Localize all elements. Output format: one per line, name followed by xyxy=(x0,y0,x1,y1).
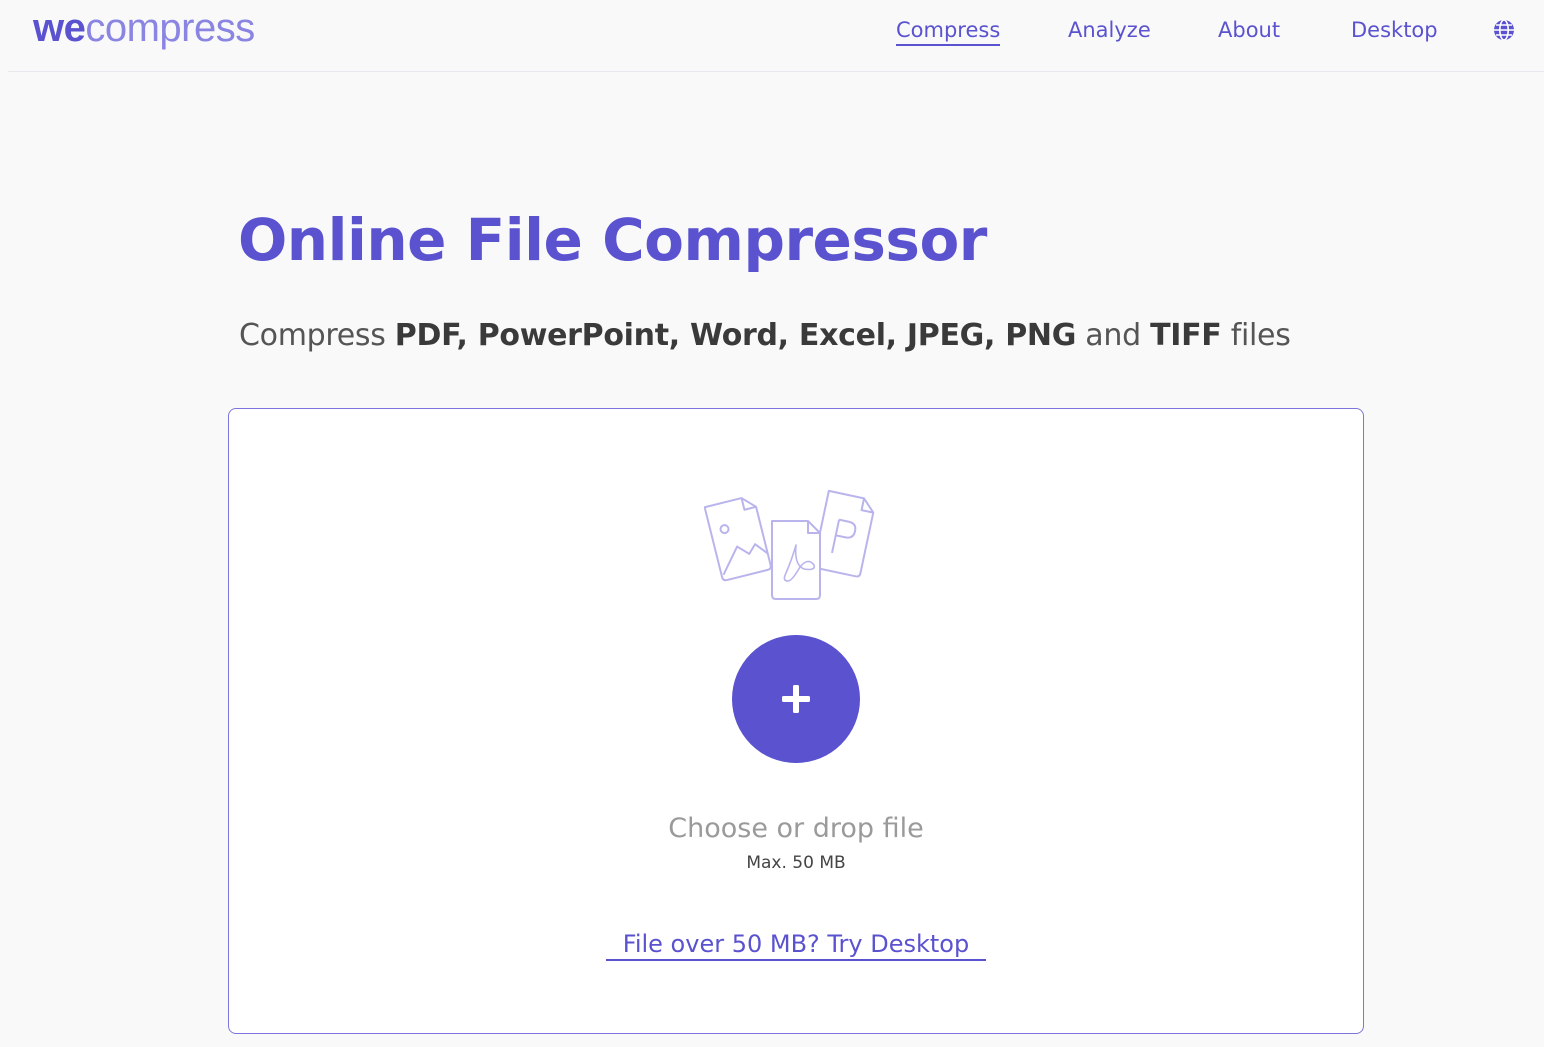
nav-compress[interactable]: Compress xyxy=(896,16,1001,46)
file-types-icon xyxy=(704,489,875,600)
choose-file-label: Choose or drop file xyxy=(668,813,924,844)
nav-about[interactable]: About xyxy=(1218,16,1280,44)
add-file-button[interactable] xyxy=(732,635,860,763)
logo-bold-part: we xyxy=(33,6,86,50)
subtitle-formats: PDF, PowerPoint, Word, Excel, JPEG, PNG xyxy=(394,318,1077,353)
top-header: wecompress Compress Analyze About Deskto… xyxy=(8,0,1544,72)
logo-light-part: compress xyxy=(85,6,255,50)
nav-desktop[interactable]: Desktop xyxy=(1351,16,1438,44)
plus-icon xyxy=(782,685,810,713)
page-title: Online File Compressor xyxy=(238,206,987,274)
page-subtitle: Compress PDF, PowerPoint, Word, Excel, J… xyxy=(239,315,1291,357)
subtitle-and: and xyxy=(1076,318,1151,353)
logo[interactable]: wecompress xyxy=(33,4,255,52)
max-size-label: Max. 50 MB xyxy=(746,853,846,873)
subtitle-suffix: files xyxy=(1221,318,1291,353)
globe-icon[interactable] xyxy=(1492,18,1516,42)
try-desktop-link[interactable]: File over 50 MB? Try Desktop xyxy=(606,929,986,961)
subtitle-prefix: Compress xyxy=(239,318,395,353)
nav-analyze[interactable]: Analyze xyxy=(1068,16,1151,44)
file-dropzone[interactable]: Choose or drop file Max. 50 MB File over… xyxy=(228,408,1364,1034)
subtitle-last-format: TIFF xyxy=(1150,318,1222,353)
